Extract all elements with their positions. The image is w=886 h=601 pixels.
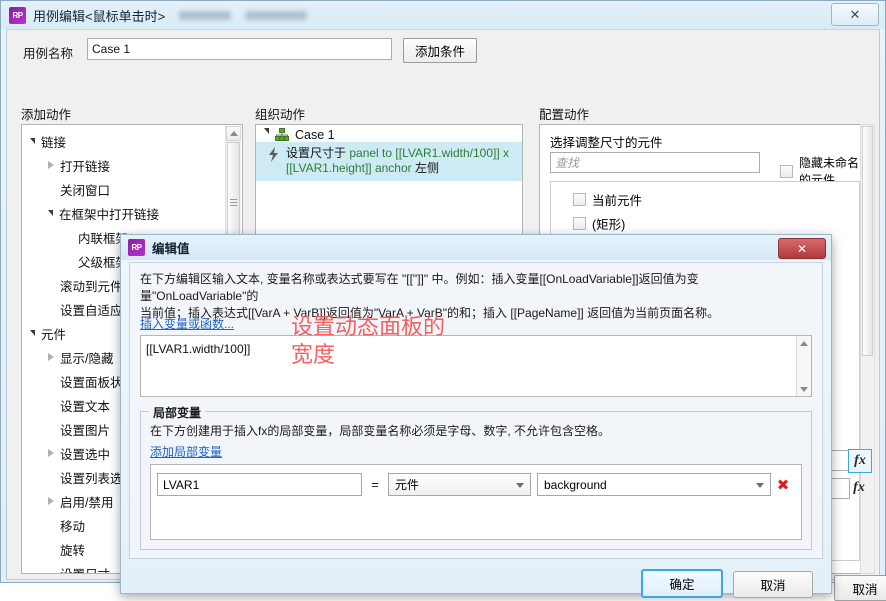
widget-list-item-0[interactable]: 当前元件 bbox=[551, 187, 859, 211]
organize-case-label: Case 1 bbox=[295, 128, 335, 142]
organize-action-row[interactable]: 设置尺寸于 panel to [[LVAR1.width/100]] x [[L… bbox=[256, 142, 522, 181]
widget-list-item-label: (矩形) bbox=[592, 217, 626, 232]
dialog-axure-rp-logo-icon: RP bbox=[128, 239, 145, 256]
window-close-button[interactable]: ✕ bbox=[831, 3, 879, 26]
local-variable-type-select[interactable]: 元件 bbox=[388, 473, 531, 496]
lightning-bolt-icon bbox=[269, 147, 278, 162]
dialog-body: 在下方编辑区输入文本, 变量名称或表达式要写在 "[["]]" 中。例如：插入变… bbox=[129, 262, 823, 559]
case-name-label: 用例名称 bbox=[23, 47, 74, 61]
tree-item-label: 在框架中打开链接 bbox=[59, 207, 160, 222]
widget-list-item-1[interactable]: (矩形) bbox=[551, 211, 859, 235]
checkbox-icon[interactable] bbox=[573, 192, 586, 206]
scroll-up-icon[interactable] bbox=[800, 341, 808, 346]
tree-item-label: 设置选中 bbox=[60, 447, 111, 462]
tree-item-label: 设置文本 bbox=[60, 399, 111, 414]
tree-item-label: 移动 bbox=[60, 519, 86, 534]
fx-button-2[interactable]: fx bbox=[848, 477, 870, 499]
edit-value-dialog: RP 编辑值 ✕ 在下方编辑区输入文本, 变量名称或表达式要写在 "[["]]"… bbox=[120, 234, 832, 598]
window-title: 用例编辑<鼠标单击时> bbox=[33, 8, 166, 24]
organize-action-anchor: 左侧 bbox=[414, 161, 439, 175]
dialog-help-text: 在下方编辑区输入文本, 变量名称或表达式要写在 "[["]]" 中。例如：插入变… bbox=[140, 271, 812, 322]
checkbox-icon[interactable] bbox=[573, 216, 586, 230]
configure-action-heading: 配置动作 bbox=[539, 108, 590, 122]
case-node-icon bbox=[275, 128, 289, 141]
add-action-heading: 添加动作 bbox=[21, 108, 72, 122]
local-variables-table: LVAR1 = 元件 background ✖ bbox=[150, 464, 802, 540]
tree-item-label: 设置尺寸 bbox=[60, 564, 110, 574]
widget-search-input[interactable]: 查找 bbox=[550, 152, 760, 173]
organize-case-row[interactable]: Case 1 bbox=[256, 125, 522, 142]
configure-panel-scrollbar[interactable] bbox=[860, 124, 875, 574]
expand-arrow-icon[interactable] bbox=[264, 128, 269, 134]
tree-item-label: 打开链接 bbox=[60, 159, 111, 174]
dialog-ok-button[interactable]: 确定 bbox=[641, 569, 723, 598]
checkbox-icon[interactable] bbox=[780, 164, 793, 178]
local-variables-group: 局部变量 在下方创建用于插入fx的局部变量，局部变量名称必须是字母、数字, 不允… bbox=[140, 404, 812, 550]
tree-item-0[interactable]: 链接 bbox=[30, 129, 242, 153]
dialog-help-line-1: 在下方编辑区输入文本, 变量名称或表达式要写在 "[["]]" 中。例如：插入变… bbox=[140, 272, 699, 303]
dialog-cancel-button[interactable]: 取消 bbox=[733, 571, 813, 598]
add-local-variable-link[interactable]: 添加局部变量 bbox=[150, 443, 222, 460]
tree-item-label: 设置图片 bbox=[60, 423, 111, 438]
organize-action-heading: 组织动作 bbox=[255, 108, 306, 122]
tree-item-3[interactable]: 在框架中打开链接 bbox=[30, 201, 242, 225]
insert-variable-or-function-link[interactable]: 插入变量或函数... bbox=[140, 315, 234, 332]
tree-item-label: 启用/禁用 bbox=[60, 495, 114, 510]
local-variable-row: LVAR1 = 元件 background ✖ bbox=[157, 473, 795, 496]
equals-sign: = bbox=[371, 477, 379, 492]
add-condition-button[interactable]: 添加条件 bbox=[403, 38, 477, 63]
widget-list-item-label: 当前元件 bbox=[592, 193, 643, 208]
local-variable-value-select[interactable]: background bbox=[537, 473, 771, 496]
local-variable-type-value: 元件 bbox=[395, 478, 420, 492]
red-annotation-text: 设置动态面板的 宽度 bbox=[291, 314, 446, 367]
tree-item-label: 显示/隐藏 bbox=[60, 351, 114, 366]
dialog-close-button[interactable]: ✕ bbox=[778, 238, 826, 259]
tree-item-label: 链接 bbox=[41, 135, 67, 150]
tree-item-1[interactable]: 打开链接 bbox=[30, 153, 242, 177]
tree-item-label: 旋转 bbox=[60, 543, 86, 558]
fx-button-1[interactable]: fx bbox=[848, 449, 872, 473]
collapse-arrow-icon[interactable] bbox=[48, 353, 54, 361]
blurred-title-chip-2 bbox=[245, 10, 308, 20]
expression-editor[interactable]: [[LVAR1.width/100]] 设置动态面板的 宽度 bbox=[140, 314, 812, 397]
select-widget-label: 选择调整尺寸的元件 bbox=[550, 136, 663, 150]
tree-item-label: 元件 bbox=[41, 327, 67, 342]
scroll-grip-icon bbox=[230, 197, 237, 208]
tree-item-2[interactable]: 关闭窗口 bbox=[30, 177, 242, 201]
local-variables-description: 在下方创建用于插入fx的局部变量，局部变量名称必须是字母、数字, 不允许包含空格… bbox=[150, 424, 611, 438]
local-variables-legend: 局部变量 bbox=[149, 404, 206, 421]
delete-local-variable-button[interactable]: ✖ bbox=[771, 476, 795, 494]
configure-scroll-thumb[interactable] bbox=[862, 126, 873, 356]
window-titlebar: RP 用例编辑<鼠标单击时> ✕ bbox=[1, 1, 885, 29]
organize-action-prefix: 设置尺寸于 bbox=[286, 146, 347, 160]
dialog-footer: 确定 取消 bbox=[121, 559, 831, 598]
dialog-help-line-2: 当前值；插入表达式[[VarA + VarB]]返回值为"VarA + VarB… bbox=[140, 306, 720, 320]
dialog-title: 编辑值 bbox=[152, 242, 190, 256]
expression-scrollbar[interactable] bbox=[796, 336, 811, 396]
main-cancel-button[interactable]: 取消 bbox=[834, 575, 886, 601]
expand-arrow-icon[interactable] bbox=[30, 330, 35, 336]
chevron-down-icon-2[interactable] bbox=[756, 483, 764, 488]
expand-arrow-icon[interactable] bbox=[48, 210, 53, 216]
expression-value: [[LVAR1.width/100]] bbox=[146, 342, 251, 356]
expand-arrow-icon[interactable] bbox=[30, 138, 35, 144]
axure-rp-logo-icon: RP bbox=[9, 6, 26, 24]
local-variable-value-text: background bbox=[544, 477, 607, 492]
tree-item-label: 关闭窗口 bbox=[60, 183, 111, 198]
case-name-row: 用例名称 Case 1 添加条件 bbox=[15, 38, 871, 64]
local-variable-name-input[interactable]: LVAR1 bbox=[157, 473, 362, 496]
case-name-input[interactable]: Case 1 bbox=[87, 38, 392, 60]
collapse-arrow-icon[interactable] bbox=[48, 449, 54, 457]
blurred-title-chip-1 bbox=[179, 10, 232, 20]
dialog-titlebar: RP 编辑值 ✕ bbox=[121, 235, 831, 260]
collapse-arrow-icon[interactable] bbox=[48, 497, 54, 505]
chevron-down-icon[interactable] bbox=[516, 483, 524, 488]
collapse-arrow-icon[interactable] bbox=[48, 161, 54, 169]
scroll-down-icon[interactable] bbox=[800, 387, 808, 392]
tree-scroll-up-icon[interactable] bbox=[226, 126, 241, 141]
